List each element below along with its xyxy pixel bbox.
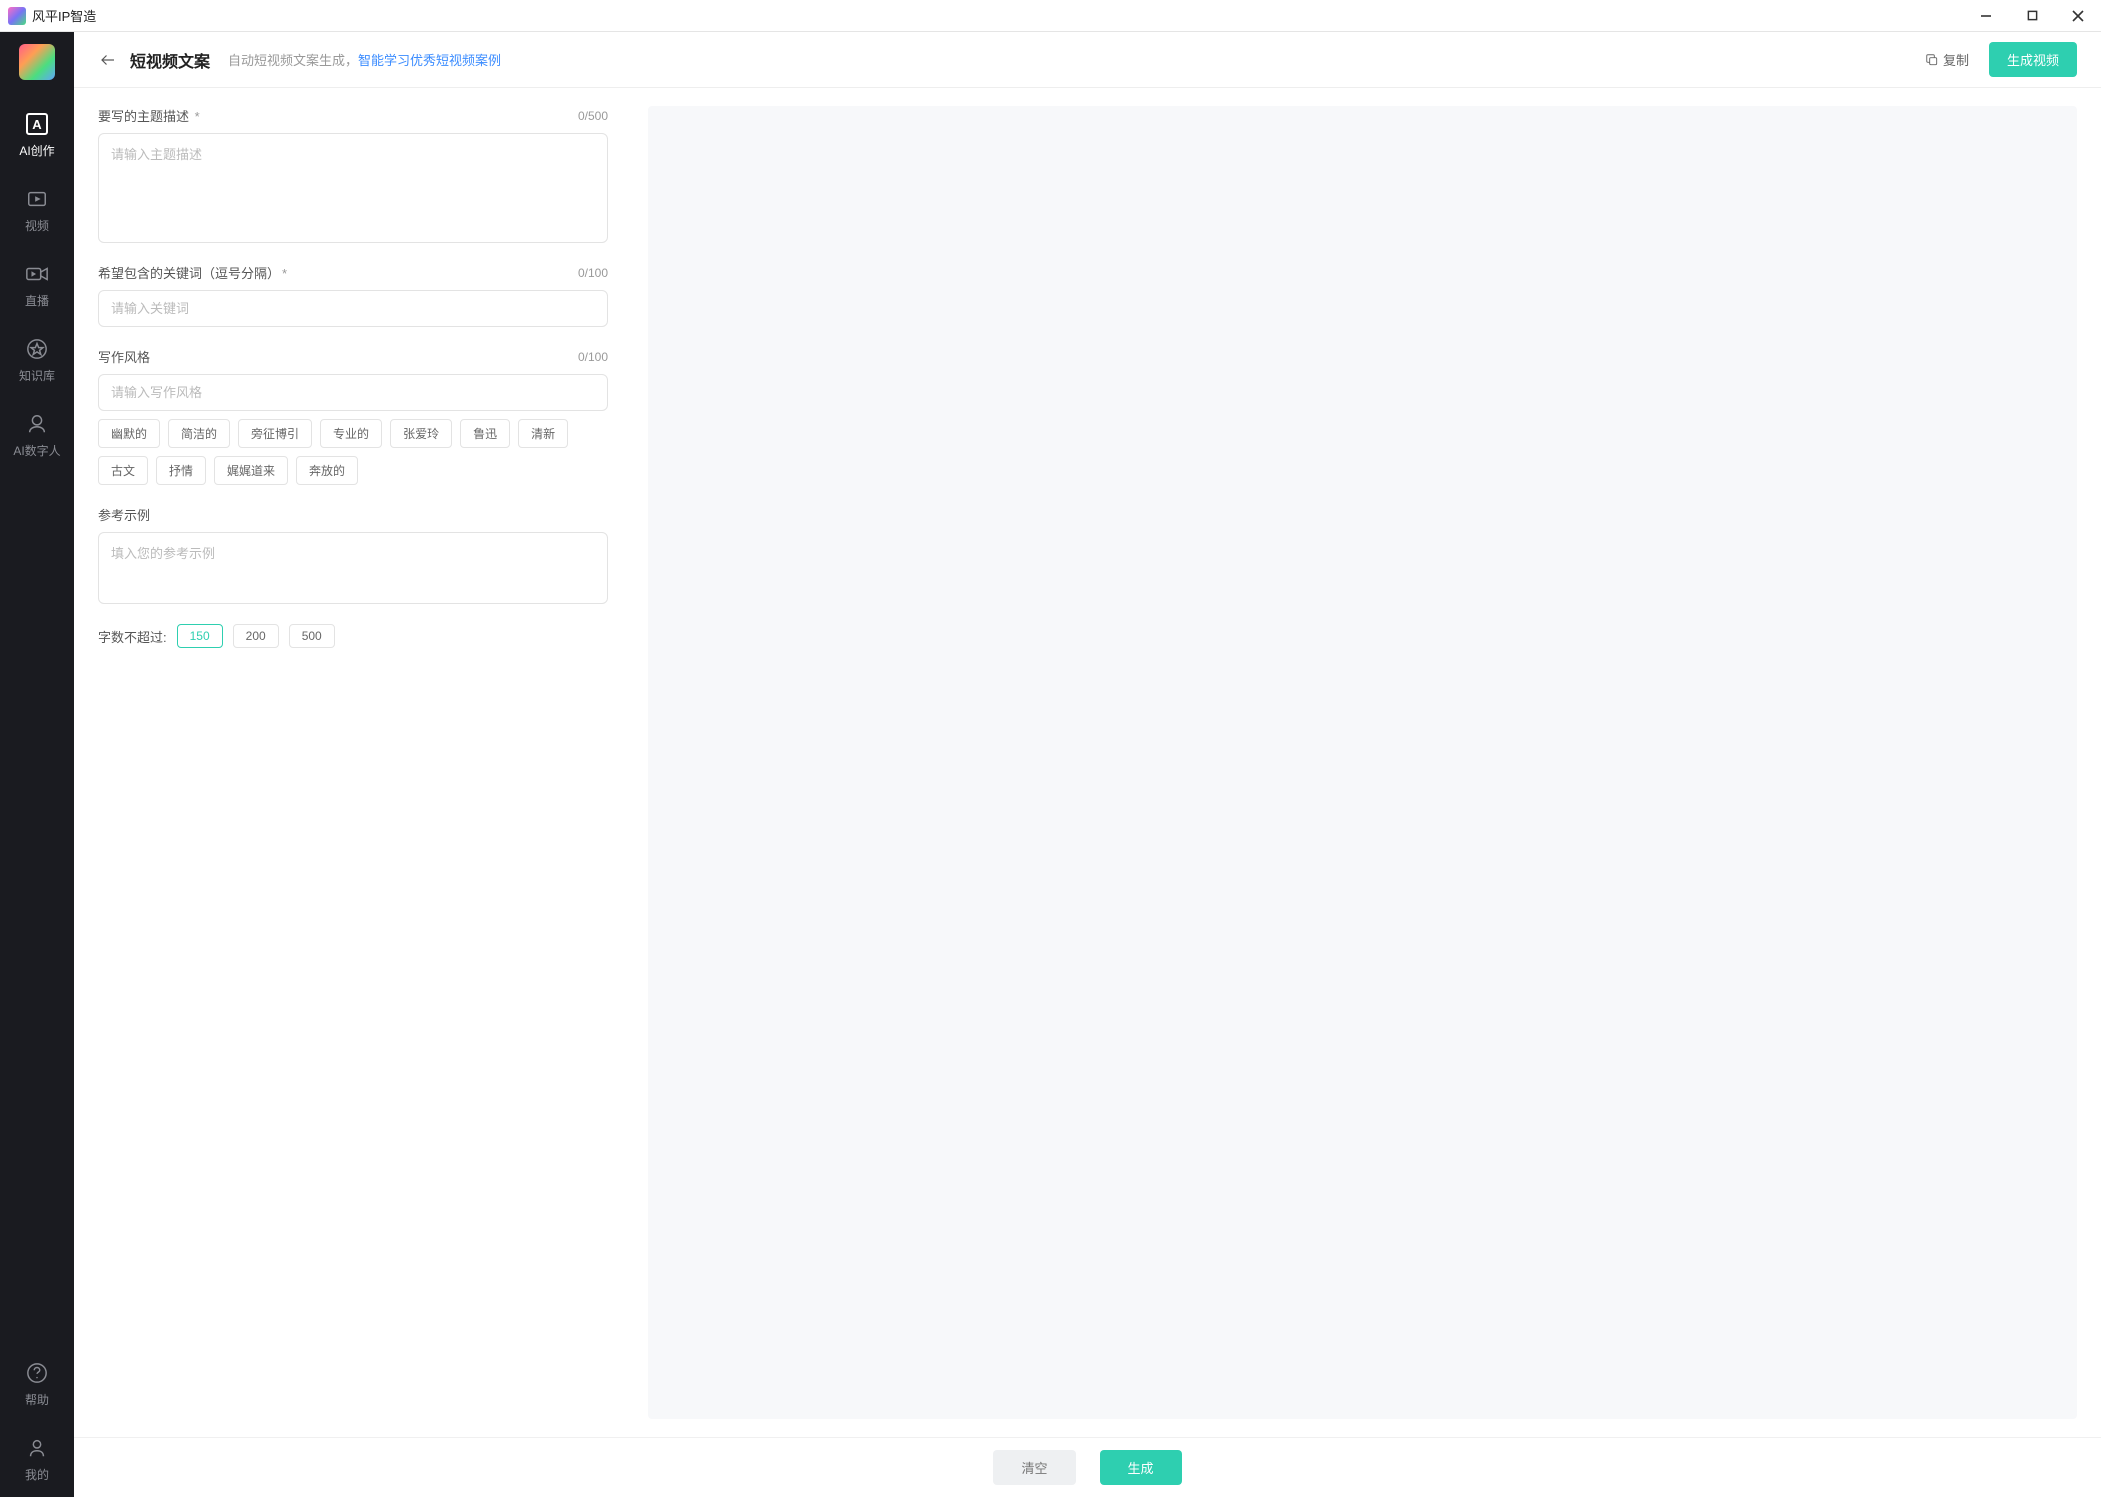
sidebar-item-live[interactable]: 直播 xyxy=(0,248,74,323)
page-subtitle: 自动短视频文案生成，智能学习优秀短视频案例 xyxy=(228,50,501,69)
style-tag[interactable]: 抒情 xyxy=(156,456,206,485)
sidebar-item-mine[interactable]: 我的 xyxy=(0,1422,74,1497)
sidebar-item-digital-human[interactable]: AI数字人 xyxy=(0,398,74,473)
style-input[interactable] xyxy=(98,374,608,411)
style-counter: 0/100 xyxy=(578,350,608,364)
keywords-label: 希望包含的关键词（逗号分隔）* xyxy=(98,263,287,282)
wordlimit-group: 字数不超过: 150 200 500 xyxy=(98,624,608,648)
style-tag[interactable]: 古文 xyxy=(98,456,148,485)
topic-label: 要写的主题描述 * xyxy=(98,106,200,125)
page-title: 短视频文案 xyxy=(130,48,210,72)
sidebar-item-knowledge[interactable]: 知识库 xyxy=(0,323,74,398)
avatar-icon xyxy=(25,412,49,436)
style-tag[interactable]: 奔放的 xyxy=(296,456,358,485)
wordlimit-option[interactable]: 200 xyxy=(233,624,279,648)
style-tag[interactable]: 旁征博引 xyxy=(238,419,312,448)
wordlimit-option[interactable]: 500 xyxy=(289,624,335,648)
topic-counter: 0/500 xyxy=(578,109,608,123)
style-tags: 幽默的 简洁的 旁征博引 专业的 张爱玲 鲁迅 清新 古文 抒情 娓娓道来 奔放… xyxy=(98,419,608,485)
style-group: 写作风格 0/100 幽默的 简洁的 旁征博引 专业的 张爱玲 鲁迅 清新 xyxy=(98,347,608,485)
sidebar-item-label: AI数字人 xyxy=(13,442,60,459)
camera-icon xyxy=(25,262,49,286)
keywords-counter: 0/100 xyxy=(578,266,608,280)
titlebar: 风平IP智造 xyxy=(0,0,2101,32)
form-column: 要写的主题描述 * 0/500 希望包含的关键词（逗号分隔）* 0/100 xyxy=(98,106,608,1419)
sidebar-item-label: 直播 xyxy=(25,292,49,309)
video-icon xyxy=(25,187,49,211)
wordlimit-label: 字数不超过: xyxy=(98,627,167,646)
keywords-group: 希望包含的关键词（逗号分隔）* 0/100 xyxy=(98,263,608,327)
minimize-button[interactable] xyxy=(1963,0,2009,32)
sidebar-item-ai-create[interactable]: A AI创作 xyxy=(0,98,74,173)
sidebar-item-label: AI创作 xyxy=(19,142,54,159)
sidebar-item-label: 视频 xyxy=(25,217,49,234)
page-header: 短视频文案 自动短视频文案生成，智能学习优秀短视频案例 复制 生成视频 xyxy=(74,32,2101,88)
app-name: 风平IP智造 xyxy=(32,6,96,25)
sidebar-item-label: 我的 xyxy=(25,1466,49,1483)
sidebar-item-video[interactable]: 视频 xyxy=(0,173,74,248)
example-input[interactable] xyxy=(98,532,608,604)
example-group: 参考示例 xyxy=(98,505,608,604)
sidebar-item-label: 知识库 xyxy=(19,367,55,384)
generate-button[interactable]: 生成 xyxy=(1100,1450,1182,1485)
clear-button[interactable]: 清空 xyxy=(993,1450,1075,1485)
back-button[interactable] xyxy=(98,50,118,70)
star-icon xyxy=(25,337,49,361)
letter-a-icon: A xyxy=(26,113,48,135)
style-tag[interactable]: 简洁的 xyxy=(168,419,230,448)
style-tag[interactable]: 清新 xyxy=(518,419,568,448)
sidebar-item-help[interactable]: 帮助 xyxy=(0,1347,74,1422)
style-tag[interactable]: 娓娓道来 xyxy=(214,456,288,485)
sidebar: A AI创作 视频 直播 知识库 AI数字人 帮助 xyxy=(0,32,74,1497)
style-tag[interactable]: 专业的 xyxy=(320,419,382,448)
style-tag[interactable]: 鲁迅 xyxy=(460,419,510,448)
close-button[interactable] xyxy=(2055,0,2101,32)
keywords-input[interactable] xyxy=(98,290,608,327)
app-icon xyxy=(8,7,26,25)
help-icon xyxy=(25,1361,49,1385)
copy-icon xyxy=(1925,53,1939,67)
preview-panel xyxy=(648,106,2077,1419)
wordlimit-option[interactable]: 150 xyxy=(177,624,223,648)
example-label: 参考示例 xyxy=(98,505,150,524)
style-tag[interactable]: 幽默的 xyxy=(98,419,160,448)
generate-video-button[interactable]: 生成视频 xyxy=(1989,42,2077,77)
copy-button[interactable]: 复制 xyxy=(1917,46,1977,73)
sidebar-item-label: 帮助 xyxy=(25,1391,49,1408)
logo-icon xyxy=(19,44,55,80)
style-tag[interactable]: 张爱玲 xyxy=(390,419,452,448)
footer: 清空 生成 xyxy=(74,1437,2101,1497)
user-icon xyxy=(25,1436,49,1460)
topic-input[interactable] xyxy=(98,133,608,243)
style-label: 写作风格 xyxy=(98,347,150,366)
maximize-button[interactable] xyxy=(2009,0,2055,32)
topic-group: 要写的主题描述 * 0/500 xyxy=(98,106,608,243)
